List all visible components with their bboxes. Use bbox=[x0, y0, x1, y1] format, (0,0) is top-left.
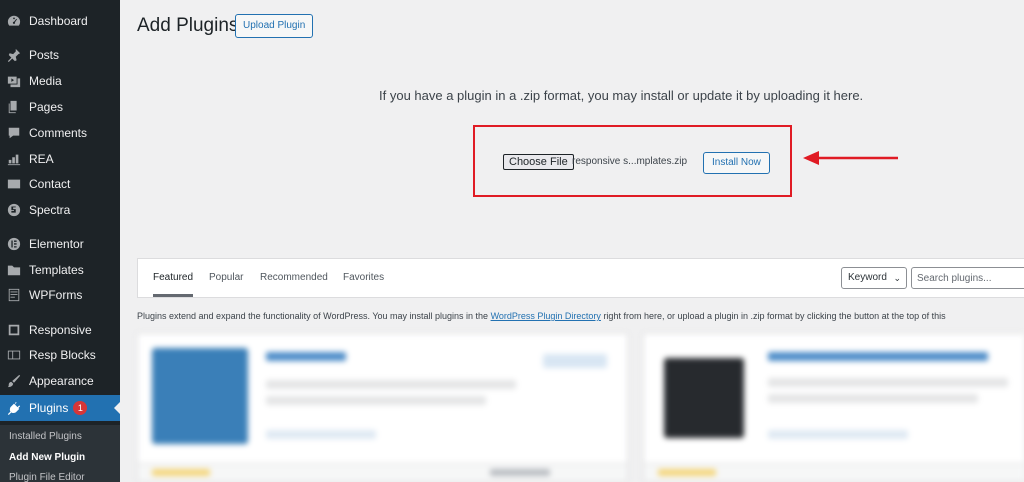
tab-favorites[interactable]: Favorites bbox=[343, 259, 384, 297]
admin-sidebar: Dashboard Posts Media Pages Comments REA… bbox=[0, 0, 121, 482]
submenu-add-new-plugin[interactable]: Add New Plugin bbox=[9, 452, 85, 463]
menu-item-responsive[interactable]: Responsive bbox=[0, 318, 120, 342]
menu-label: REA bbox=[29, 152, 54, 166]
tab-recommended[interactable]: Recommended bbox=[260, 259, 328, 297]
forms-icon bbox=[6, 287, 22, 303]
menu-label: WPForms bbox=[29, 288, 83, 302]
menu-item-spectra[interactable]: Spectra bbox=[0, 198, 120, 222]
blurred-button bbox=[543, 354, 607, 368]
menu-label: Plugins bbox=[29, 401, 69, 415]
menu-label: Templates bbox=[29, 263, 84, 277]
menu-item-wpforms[interactable]: WPForms bbox=[0, 283, 120, 307]
menu-item-media[interactable]: Media bbox=[0, 69, 120, 93]
search-plugins-input[interactable] bbox=[911, 267, 1024, 289]
blurred-title bbox=[266, 352, 346, 361]
media-icon bbox=[6, 73, 22, 89]
chevron-down-icon: ⌄ bbox=[893, 273, 901, 283]
menu-label: Dashboard bbox=[29, 14, 88, 28]
install-now-button[interactable]: Install Now bbox=[703, 152, 770, 174]
menu-item-templates[interactable]: Templates bbox=[0, 258, 120, 282]
menu-item-appearance[interactable]: Appearance bbox=[0, 369, 120, 393]
pin-icon bbox=[6, 47, 22, 63]
blurred-text bbox=[768, 394, 978, 403]
page-title: Add Plugins bbox=[137, 15, 239, 36]
blurred-text bbox=[768, 430, 908, 439]
menu-item-resp-blocks[interactable]: Resp Blocks bbox=[0, 343, 120, 367]
menu-item-pages[interactable]: Pages bbox=[0, 95, 120, 119]
selected-file-name: responsive s...mplates.zip bbox=[572, 156, 688, 167]
menu-label: Pages bbox=[29, 100, 64, 114]
menu-item-rea[interactable]: REA bbox=[0, 147, 120, 171]
plugin-card bbox=[643, 333, 1024, 482]
chart-icon bbox=[6, 151, 22, 167]
menu-item-elementor[interactable]: Elementor bbox=[0, 232, 120, 256]
plugin-thumbnail bbox=[152, 348, 248, 444]
card-footer bbox=[138, 463, 627, 481]
menu-label: Contact bbox=[29, 177, 71, 191]
menu-item-comments[interactable]: Comments bbox=[0, 121, 120, 145]
upload-description: If you have a plugin in a .zip format, y… bbox=[379, 88, 864, 103]
menu-item-posts[interactable]: Posts bbox=[0, 43, 120, 67]
intro-text: Plugins extend and expand the functional… bbox=[137, 311, 946, 321]
upload-plugin-button[interactable]: Upload Plugin bbox=[235, 14, 314, 38]
pages-icon bbox=[6, 99, 22, 115]
intro-text-before: Plugins extend and expand the functional… bbox=[137, 311, 491, 321]
menu-item-dashboard[interactable]: Dashboard bbox=[0, 9, 120, 33]
responsive-icon bbox=[6, 322, 22, 338]
menu-label: Comments bbox=[29, 126, 88, 140]
menu-label: Resp Blocks bbox=[29, 348, 96, 362]
plugin-icon bbox=[6, 400, 22, 416]
blurred-rating bbox=[152, 469, 210, 476]
blurred-text bbox=[266, 396, 486, 405]
menu-label: Elementor bbox=[29, 237, 84, 251]
menu-label: Appearance bbox=[29, 374, 94, 388]
submenu-plugin-file-editor[interactable]: Plugin File Editor bbox=[9, 472, 85, 482]
submenu-installed-plugins[interactable]: Installed Plugins bbox=[9, 431, 82, 442]
tab-popular[interactable]: Popular bbox=[209, 259, 243, 297]
blurred-text bbox=[266, 380, 516, 389]
spectra-icon bbox=[6, 202, 22, 218]
blurred-text bbox=[768, 378, 1008, 387]
plugin-directory-link[interactable]: WordPress Plugin Directory bbox=[491, 311, 601, 321]
intro-text-after: right from here, or upload a plugin in .… bbox=[600, 311, 946, 321]
menu-item-contact[interactable]: Contact bbox=[0, 172, 120, 196]
elementor-icon bbox=[6, 236, 22, 252]
card-footer bbox=[644, 463, 1024, 481]
search-type-value: Keyword bbox=[848, 272, 887, 283]
mail-icon bbox=[6, 176, 22, 192]
plugin-card bbox=[137, 333, 628, 482]
menu-label: Spectra bbox=[29, 203, 71, 217]
blocks-icon bbox=[6, 347, 22, 363]
tab-featured[interactable]: Featured bbox=[153, 259, 194, 297]
blurred-text bbox=[266, 430, 376, 439]
menu-label: Posts bbox=[29, 48, 60, 62]
brush-icon bbox=[6, 373, 22, 389]
blurred-text bbox=[490, 469, 550, 476]
comment-icon bbox=[6, 125, 22, 141]
menu-label: Responsive bbox=[29, 323, 92, 337]
menu-label: Media bbox=[29, 74, 62, 88]
folder-icon bbox=[6, 262, 22, 278]
choose-file-button[interactable]: Choose File bbox=[503, 154, 574, 170]
plugins-submenu: Installed Plugins Add New Plugin Plugin … bbox=[0, 425, 120, 482]
arrow-left-icon bbox=[803, 151, 898, 165]
dashboard-icon bbox=[6, 13, 22, 29]
upload-form-highlight: Choose File responsive s...mplates.zip I… bbox=[473, 125, 792, 197]
blurred-rating bbox=[658, 469, 716, 476]
plugin-thumbnail bbox=[664, 358, 744, 438]
plugin-filter-bar: Featured Popular Recommended Favorites K… bbox=[137, 258, 1024, 298]
update-count-badge: 1 bbox=[73, 401, 88, 415]
menu-item-plugins[interactable]: Plugins 1 bbox=[0, 395, 121, 421]
search-type-select[interactable]: Keyword ⌄ bbox=[841, 267, 907, 289]
blurred-title bbox=[768, 352, 988, 361]
